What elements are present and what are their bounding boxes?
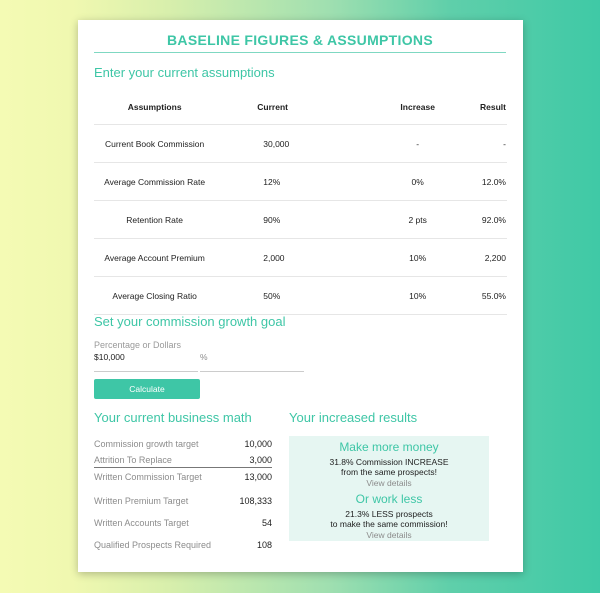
title-divider: [94, 52, 506, 53]
math-label: Attrition To Replace: [94, 455, 172, 465]
math-row-attrition: Attrition To Replace 3,000: [94, 455, 272, 465]
math-value: 108,333: [239, 496, 272, 506]
math-sum-rule: [94, 467, 272, 468]
column-header-current: Current: [215, 90, 363, 125]
math-value: 10,000: [244, 439, 272, 449]
row-label: Average Account Premium: [94, 238, 216, 277]
math-label: Qualified Prospects Required: [94, 540, 212, 550]
increase-input[interactable]: 10%: [362, 276, 474, 315]
result-value: 92.0%: [473, 200, 507, 239]
current-input[interactable]: 2,000: [215, 238, 363, 277]
result-value: -: [473, 124, 507, 163]
increase-input[interactable]: 0%: [362, 162, 474, 201]
goal-field-label: Percentage or Dollars: [94, 340, 182, 350]
result-value: 55.0%: [473, 276, 507, 315]
table-row: Average Account Premium 2,000 10% 2,200: [94, 238, 507, 277]
math-value: 13,000: [244, 472, 272, 482]
percent-goal-input[interactable]: %: [200, 352, 304, 372]
current-input[interactable]: 90%: [215, 200, 363, 239]
work-less-title: Or work less: [355, 492, 423, 506]
page-title: BASELINE FIGURES & ASSUMPTIONS: [167, 32, 433, 48]
math-row-written-commission: Written Commission Target 13,000: [94, 472, 272, 482]
column-header-assumptions: Assumptions: [94, 90, 216, 125]
increased-results-heading: Your increased results: [289, 410, 418, 425]
column-header-result: Result: [473, 90, 507, 125]
math-label: Commission growth target: [94, 439, 199, 449]
calculator-card: BASELINE FIGURES & ASSUMPTIONS Enter you…: [78, 20, 523, 572]
work-less-line2: to make the same commission!: [330, 519, 448, 529]
row-label: Retention Rate: [94, 200, 216, 239]
row-label: Average Commission Rate: [94, 162, 216, 201]
row-label: Current Book Commission: [94, 124, 216, 163]
math-row-written-accounts: Written Accounts Target 54: [94, 518, 272, 528]
business-math-heading: Your current business math: [94, 410, 252, 425]
calculate-button[interactable]: Calculate: [94, 379, 200, 399]
math-value: 54: [261, 518, 272, 528]
table-row: Average Commission Rate 12% 0% 12.0%: [94, 162, 507, 201]
math-label: Written Accounts Target: [94, 518, 189, 528]
table-header-row: Assumptions Current Increase Result: [94, 90, 507, 125]
math-label: Written Premium Target: [94, 496, 189, 506]
math-row-prospects: Qualified Prospects Required 108: [94, 540, 272, 550]
math-row-growth: Commission growth target 10,000: [94, 439, 272, 449]
dollar-goal-input[interactable]: $10,000: [94, 352, 198, 372]
more-money-line2: from the same prospects!: [341, 467, 437, 477]
increase-input[interactable]: 10%: [362, 238, 474, 277]
math-row-written-premium: Written Premium Target 108,333: [94, 496, 272, 506]
current-input[interactable]: 12%: [215, 162, 363, 201]
result-value: 12.0%: [473, 162, 507, 201]
increase-input[interactable]: 2 pts: [362, 200, 474, 239]
math-value: 108: [256, 540, 272, 550]
more-money-line1: 31.8% Commission INCREASE: [329, 457, 449, 467]
table-row: Average Closing Ratio 50% 10% 55.0%: [94, 276, 507, 315]
more-money-title: Make more money: [339, 440, 439, 454]
results-panel: Make more money 31.8% Commission INCREAS…: [289, 436, 489, 541]
result-value: 2,200: [473, 238, 507, 277]
current-input[interactable]: 50%: [215, 276, 363, 315]
increase-input[interactable]: -: [362, 124, 474, 163]
assumptions-table: Assumptions Current Increase Result Curr…: [94, 90, 507, 315]
math-label: Written Commission Target: [94, 472, 202, 482]
table-row: Current Book Commission 30,000 - -: [94, 124, 507, 163]
work-less-line1: 21.3% LESS prospects: [345, 509, 433, 519]
column-header-increase: Increase: [362, 90, 474, 125]
current-input[interactable]: 30,000: [215, 124, 363, 163]
table-row: Retention Rate 90% 2 pts 92.0%: [94, 200, 507, 239]
row-label: Average Closing Ratio: [94, 276, 216, 315]
more-money-details-link[interactable]: View details: [289, 478, 489, 488]
goal-heading: Set your commission growth goal: [94, 314, 286, 329]
assumptions-heading: Enter your current assumptions: [94, 65, 275, 80]
math-value: 3,000: [249, 455, 272, 465]
work-less-details-link[interactable]: View details: [289, 530, 489, 540]
